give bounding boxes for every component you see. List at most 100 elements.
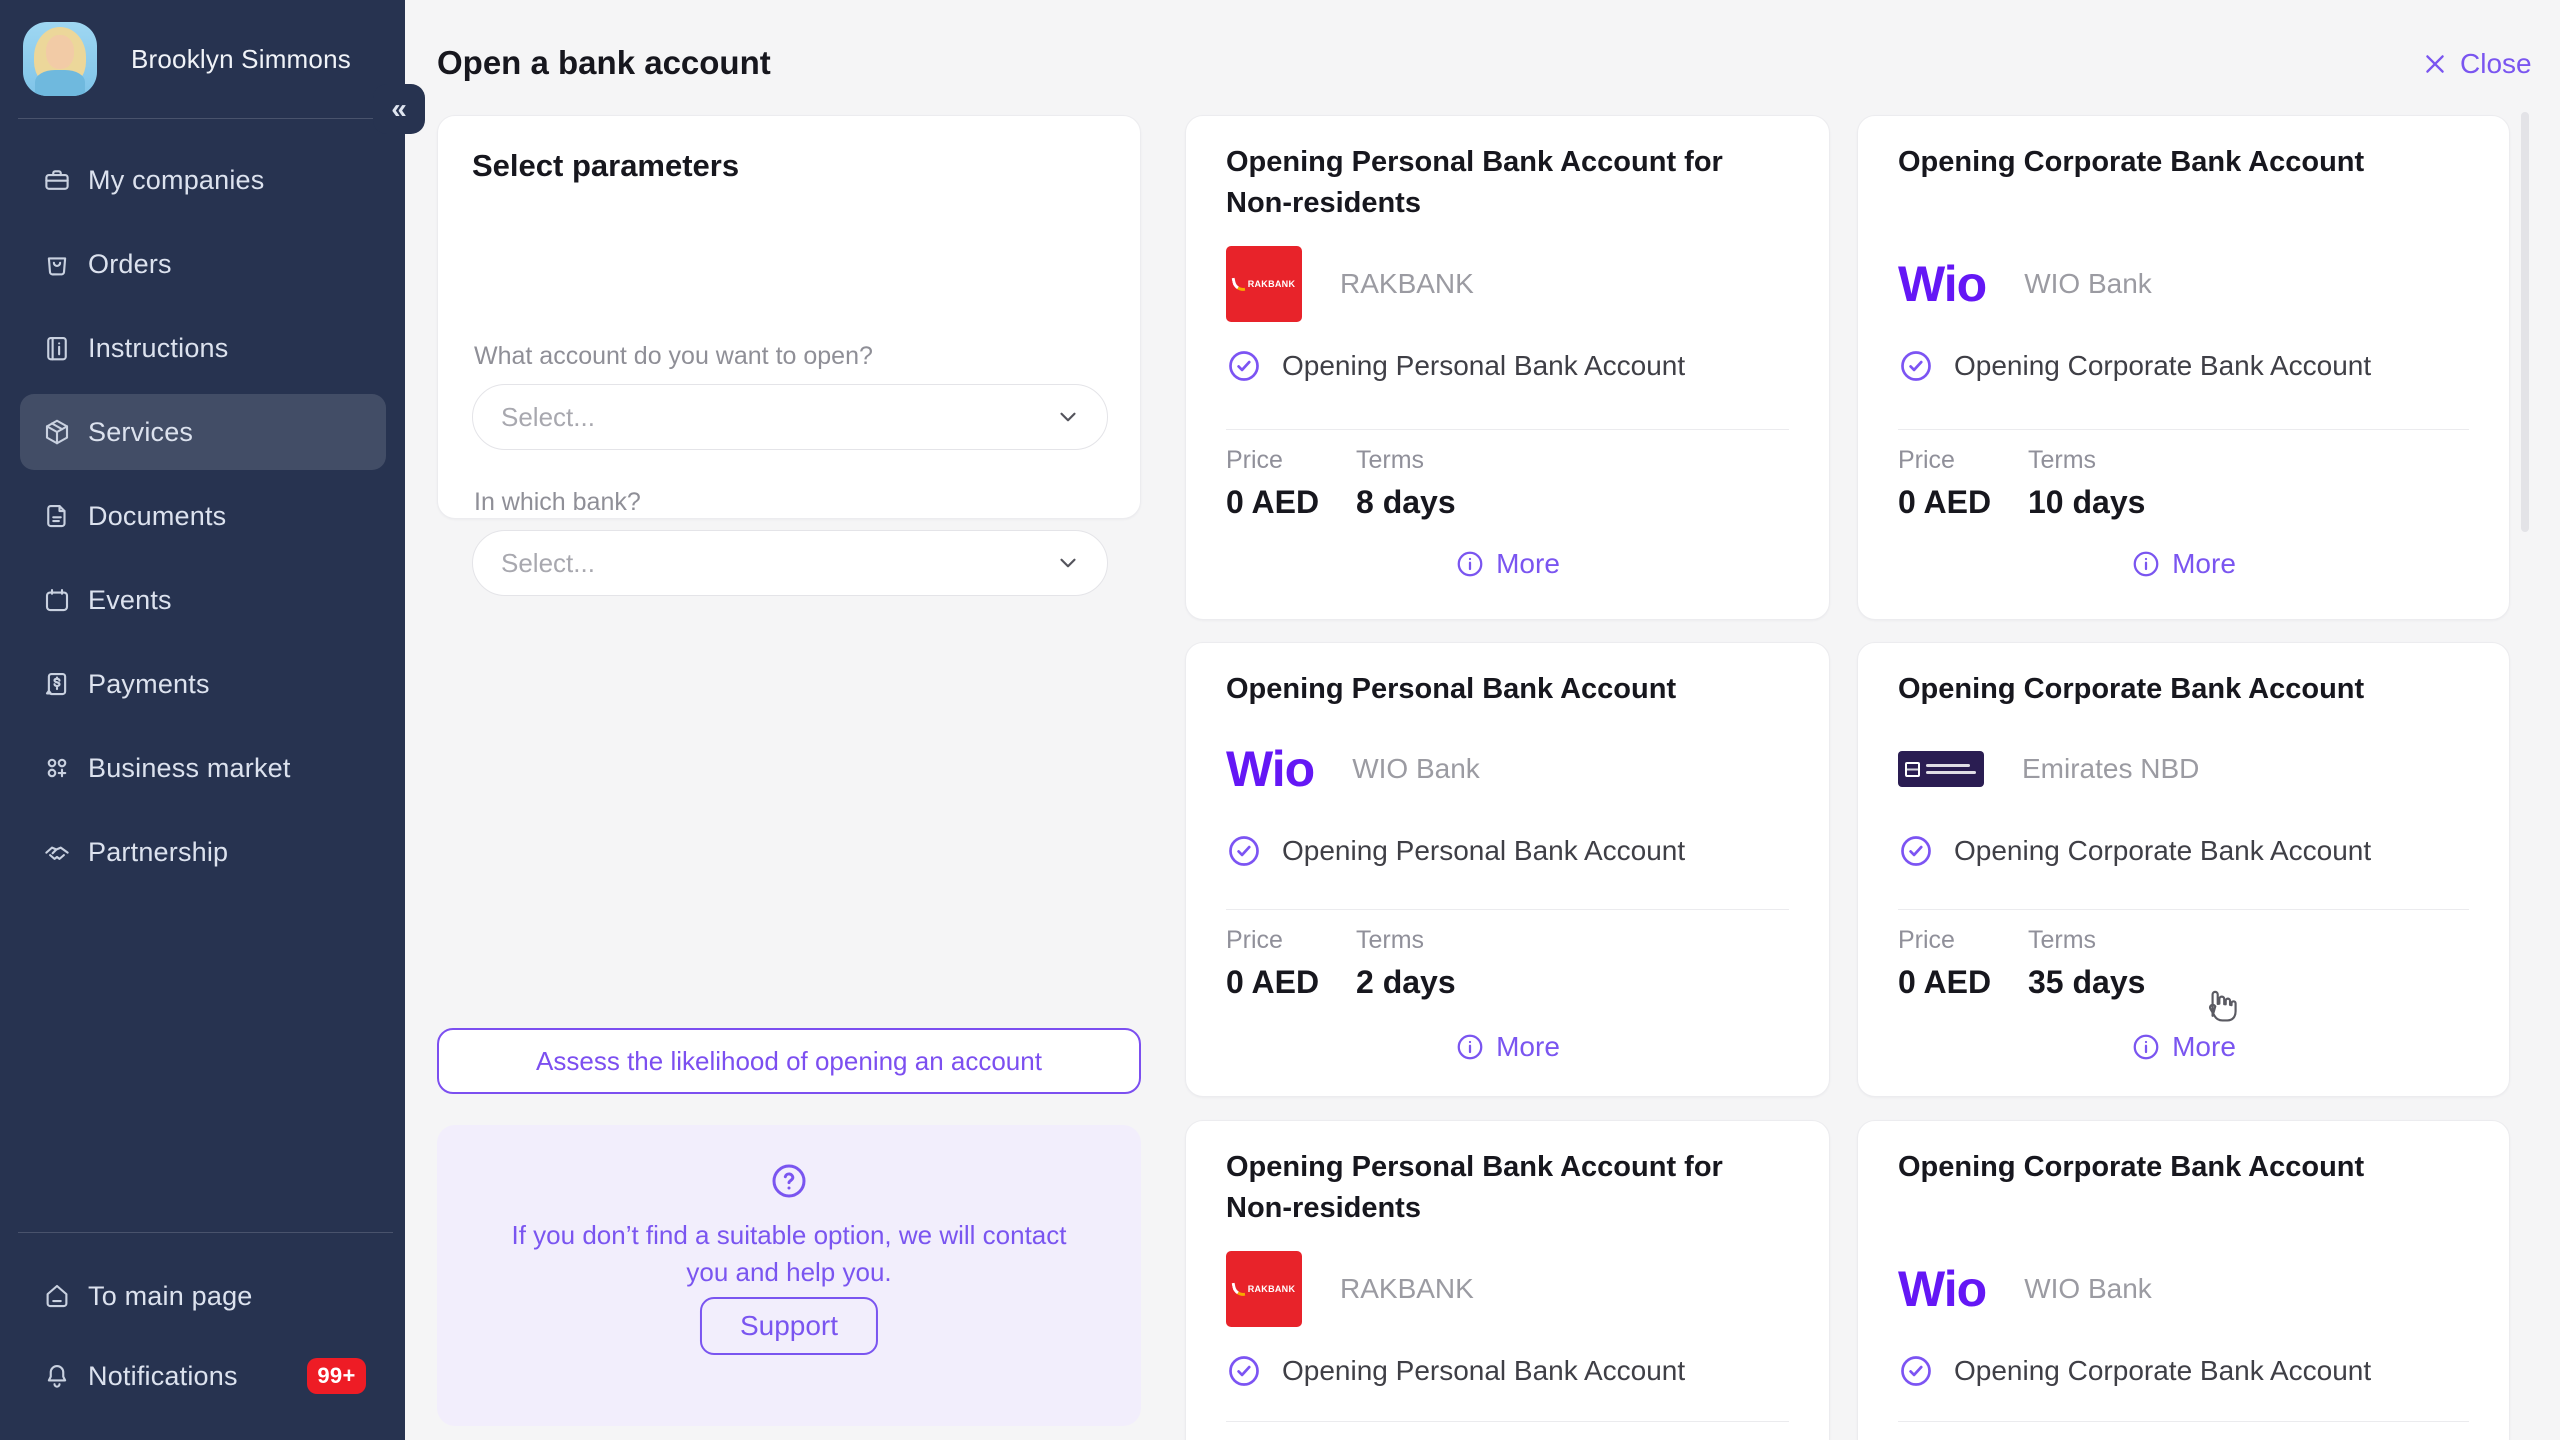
service-name: Opening Corporate Bank Account — [1954, 835, 2371, 867]
double-chevron-left-icon: « — [391, 95, 407, 123]
check-circle-icon — [1898, 833, 1934, 869]
service-card[interactable]: Opening Corporate Bank Account Wio WIO B… — [1857, 115, 2510, 620]
wio-logo: Wio — [1898, 1264, 1986, 1314]
info-icon — [2131, 1032, 2161, 1062]
home-icon — [42, 1281, 72, 1311]
card-divider — [1898, 1421, 2469, 1422]
handshake-icon — [42, 837, 72, 867]
check-circle-icon — [1226, 833, 1262, 869]
sidebar-item-notifications[interactable]: Notifications 99+ — [20, 1338, 386, 1414]
service-name: Opening Personal Bank Account — [1282, 1355, 1685, 1387]
chevron-down-icon — [1055, 550, 1081, 576]
user-name: Brooklyn Simmons — [131, 44, 351, 75]
account-type-label: What account do you want to open? — [474, 342, 873, 371]
terms-group: Terms 2 days — [1356, 926, 1456, 1001]
bank-name: RAKBANK — [1340, 1273, 1474, 1305]
rakbank-logo: RAKBANK — [1226, 1251, 1302, 1327]
sidebar: Brooklyn Simmons My companies Orders Ins… — [0, 0, 405, 1440]
sidebar-item-services[interactable]: Services — [20, 394, 386, 470]
service-card[interactable]: Opening Personal Bank Account for Non-re… — [1185, 1120, 1830, 1440]
bank-name: WIO Bank — [2024, 268, 2152, 300]
assess-likelihood-button[interactable]: Assess the likelihood of opening an acco… — [437, 1028, 1141, 1094]
invoice-icon — [42, 669, 72, 699]
support-button[interactable]: Support — [700, 1297, 878, 1355]
card-title: Opening Personal Bank Account for Non-re… — [1226, 142, 1789, 224]
price-group: Price 0 AED — [1226, 446, 1319, 521]
account-type-select[interactable]: Select... — [472, 384, 1108, 450]
avatar — [23, 22, 97, 96]
page-title: Open a bank account — [437, 44, 771, 82]
card-divider — [1226, 1421, 1789, 1422]
more-button[interactable]: More — [1186, 1031, 1829, 1063]
more-button[interactable]: More — [1186, 548, 1829, 580]
check-circle-icon — [1226, 1353, 1262, 1389]
check-circle-icon — [1226, 348, 1262, 384]
bank-name: WIO Bank — [2024, 1273, 2152, 1305]
support-panel: If you don’t find a suitable option, we … — [437, 1125, 1141, 1426]
sidebar-item-to-main-page[interactable]: To main page — [20, 1258, 386, 1334]
bell-icon — [42, 1361, 72, 1391]
service-card[interactable]: Opening Personal Bank Account for Non-re… — [1185, 115, 1830, 620]
card-divider — [1226, 909, 1789, 910]
wio-logo: Wio — [1898, 259, 1986, 309]
panel-title: Select parameters — [472, 148, 739, 184]
sidebar-collapse-button[interactable]: « — [373, 84, 425, 134]
bank-name: RAKBANK — [1340, 268, 1474, 300]
calendar-icon — [42, 585, 72, 615]
briefcase-icon — [42, 165, 72, 195]
sidebar-item-business-market[interactable]: Business market — [20, 730, 386, 806]
emirates-nbd-logo — [1898, 751, 1984, 787]
service-name: Opening Corporate Bank Account — [1954, 350, 2371, 382]
select-parameters-panel: Select parameters What account do you wa… — [437, 115, 1141, 519]
sidebar-item-my-companies[interactable]: My companies — [20, 142, 386, 218]
sidebar-item-documents[interactable]: Documents — [20, 478, 386, 554]
info-icon — [1455, 549, 1485, 579]
service-name: Opening Personal Bank Account — [1282, 350, 1685, 382]
sidebar-divider — [18, 118, 393, 119]
price-group: Price 0 AED — [1226, 926, 1319, 1001]
card-divider — [1226, 429, 1789, 430]
rakbank-logo: RAKBANK — [1226, 246, 1302, 322]
more-button[interactable]: More — [1858, 1031, 2509, 1063]
shopping-bag-icon — [42, 249, 72, 279]
terms-group: Terms 10 days — [2028, 446, 2145, 521]
bank-name: WIO Bank — [1352, 753, 1480, 785]
service-name: Opening Personal Bank Account — [1282, 835, 1685, 867]
bank-select[interactable]: Select... — [472, 530, 1108, 596]
card-title: Opening Corporate Bank Account — [1898, 142, 2469, 183]
card-title: Opening Corporate Bank Account — [1898, 669, 2469, 710]
wio-logo: Wio — [1226, 744, 1314, 794]
sidebar-item-partnership[interactable]: Partnership — [20, 814, 386, 890]
document-icon — [42, 501, 72, 531]
instructions-icon — [42, 333, 72, 363]
sidebar-item-payments[interactable]: Payments — [20, 646, 386, 722]
support-text: If you don’t find a suitable option, we … — [494, 1217, 1084, 1291]
notification-badge: 99+ — [307, 1358, 366, 1394]
check-circle-icon — [1898, 348, 1934, 384]
close-button[interactable]: Close — [2422, 48, 2532, 80]
info-icon — [2131, 549, 2161, 579]
more-button[interactable]: More — [1858, 548, 2509, 580]
card-title: Opening Personal Bank Account — [1226, 669, 1789, 710]
close-icon — [2422, 51, 2448, 77]
user-profile[interactable]: Brooklyn Simmons — [23, 22, 351, 96]
service-card[interactable]: Opening Corporate Bank Account Wio WIO B… — [1857, 1120, 2510, 1440]
card-title: Opening Personal Bank Account for Non-re… — [1226, 1147, 1789, 1229]
sidebar-item-orders[interactable]: Orders — [20, 226, 386, 302]
service-name: Opening Corporate Bank Account — [1954, 1355, 2371, 1387]
scrollbar-thumb[interactable] — [2521, 112, 2529, 532]
grid-dots-icon — [42, 753, 72, 783]
question-circle-icon — [769, 1161, 809, 1201]
chevron-down-icon — [1055, 404, 1081, 430]
bank-name: Emirates NBD — [2022, 753, 2199, 785]
service-card[interactable]: Opening Corporate Bank Account Emirates … — [1857, 642, 2510, 1097]
service-card[interactable]: Opening Personal Bank Account Wio WIO Ba… — [1185, 642, 1830, 1097]
card-divider — [1898, 429, 2469, 430]
check-circle-icon — [1898, 1353, 1934, 1389]
sidebar-item-instructions[interactable]: Instructions — [20, 310, 386, 386]
bank-label: In which bank? — [474, 488, 641, 517]
info-icon — [1455, 1032, 1485, 1062]
sidebar-item-events[interactable]: Events — [20, 562, 386, 638]
package-icon — [42, 417, 72, 447]
card-title: Opening Corporate Bank Account — [1898, 1147, 2469, 1188]
